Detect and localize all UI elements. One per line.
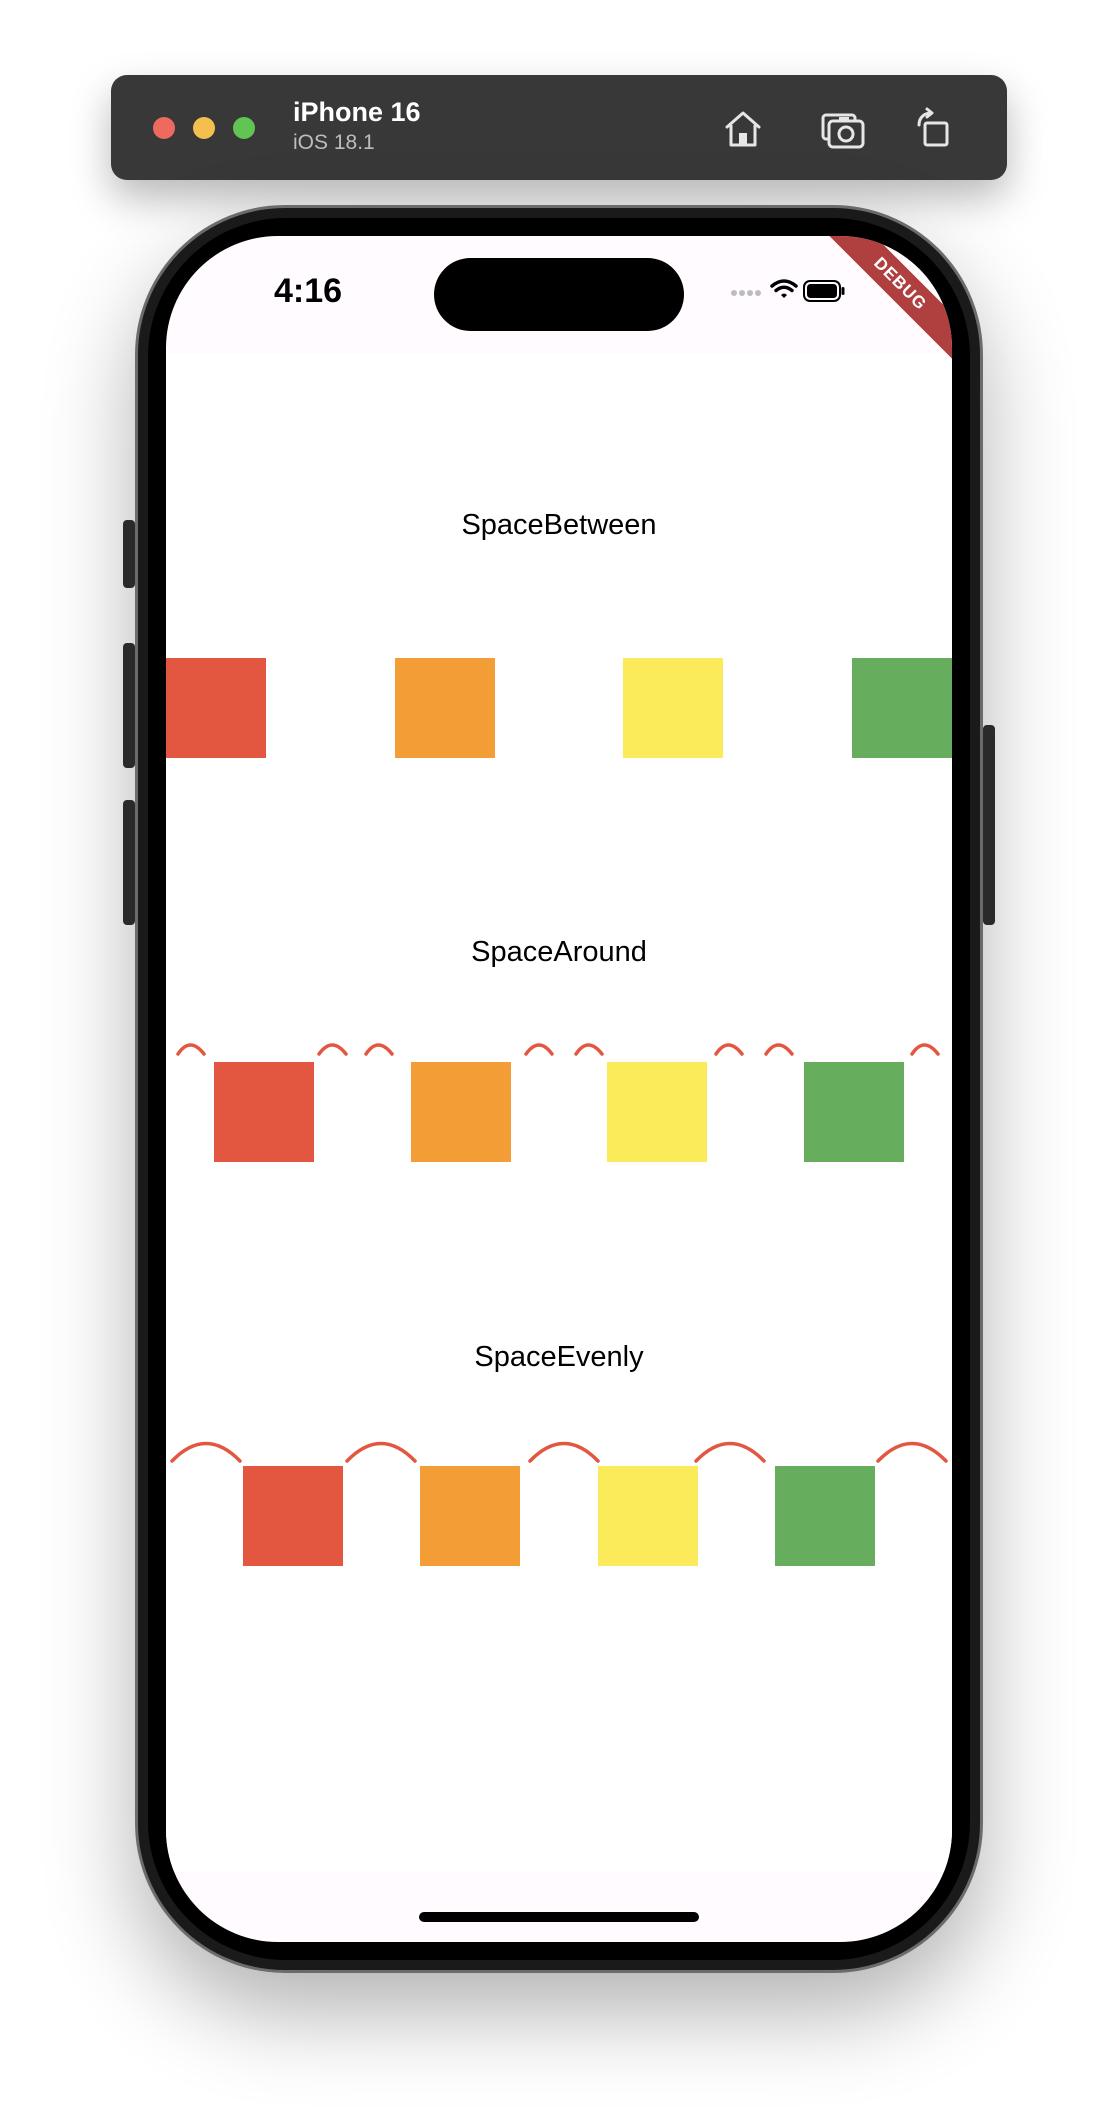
dynamic-island xyxy=(434,258,684,331)
box-orange xyxy=(411,1062,511,1162)
box-green xyxy=(775,1466,875,1566)
section-label-spacebetween: SpaceBetween xyxy=(461,509,657,541)
signal-icon xyxy=(731,290,761,296)
action-button xyxy=(123,520,135,588)
box-yellow xyxy=(598,1466,698,1566)
box-orange xyxy=(420,1466,520,1566)
box-green xyxy=(804,1062,904,1162)
rotate-icon[interactable] xyxy=(911,105,959,153)
screenshot-icon[interactable] xyxy=(819,105,867,153)
device-name: iPhone 16 xyxy=(293,97,421,127)
box-orange xyxy=(395,658,495,758)
power-button xyxy=(983,725,995,925)
battery-icon xyxy=(803,280,845,302)
simulator-toolbar: iPhone 16 iOS 18.1 xyxy=(111,75,1007,180)
home-icon[interactable] xyxy=(719,105,767,153)
box-red xyxy=(214,1062,314,1162)
box-red xyxy=(166,658,266,758)
device-os-version: iOS 18.1 xyxy=(293,131,375,154)
box-red xyxy=(243,1466,343,1566)
section-label-spacearound: SpaceAround xyxy=(471,936,647,968)
minimize-window-button[interactable] xyxy=(193,117,215,139)
box-yellow xyxy=(623,658,723,758)
status-time: 4:16 xyxy=(274,272,343,310)
volume-up-button xyxy=(123,643,135,768)
status-icons xyxy=(731,279,845,302)
phone-screen: 4:16 DEBUG SpaceBetween SpaceAround Spac… xyxy=(166,236,952,1942)
home-indicator[interactable] xyxy=(419,1912,699,1922)
box-green xyxy=(852,658,952,758)
box-yellow xyxy=(607,1062,707,1162)
wifi-icon xyxy=(770,279,798,298)
volume-down-button xyxy=(123,800,135,925)
close-window-button[interactable] xyxy=(153,117,175,139)
section-label-spaceevenly: SpaceEvenly xyxy=(474,1341,644,1373)
zoom-window-button[interactable] xyxy=(233,117,255,139)
